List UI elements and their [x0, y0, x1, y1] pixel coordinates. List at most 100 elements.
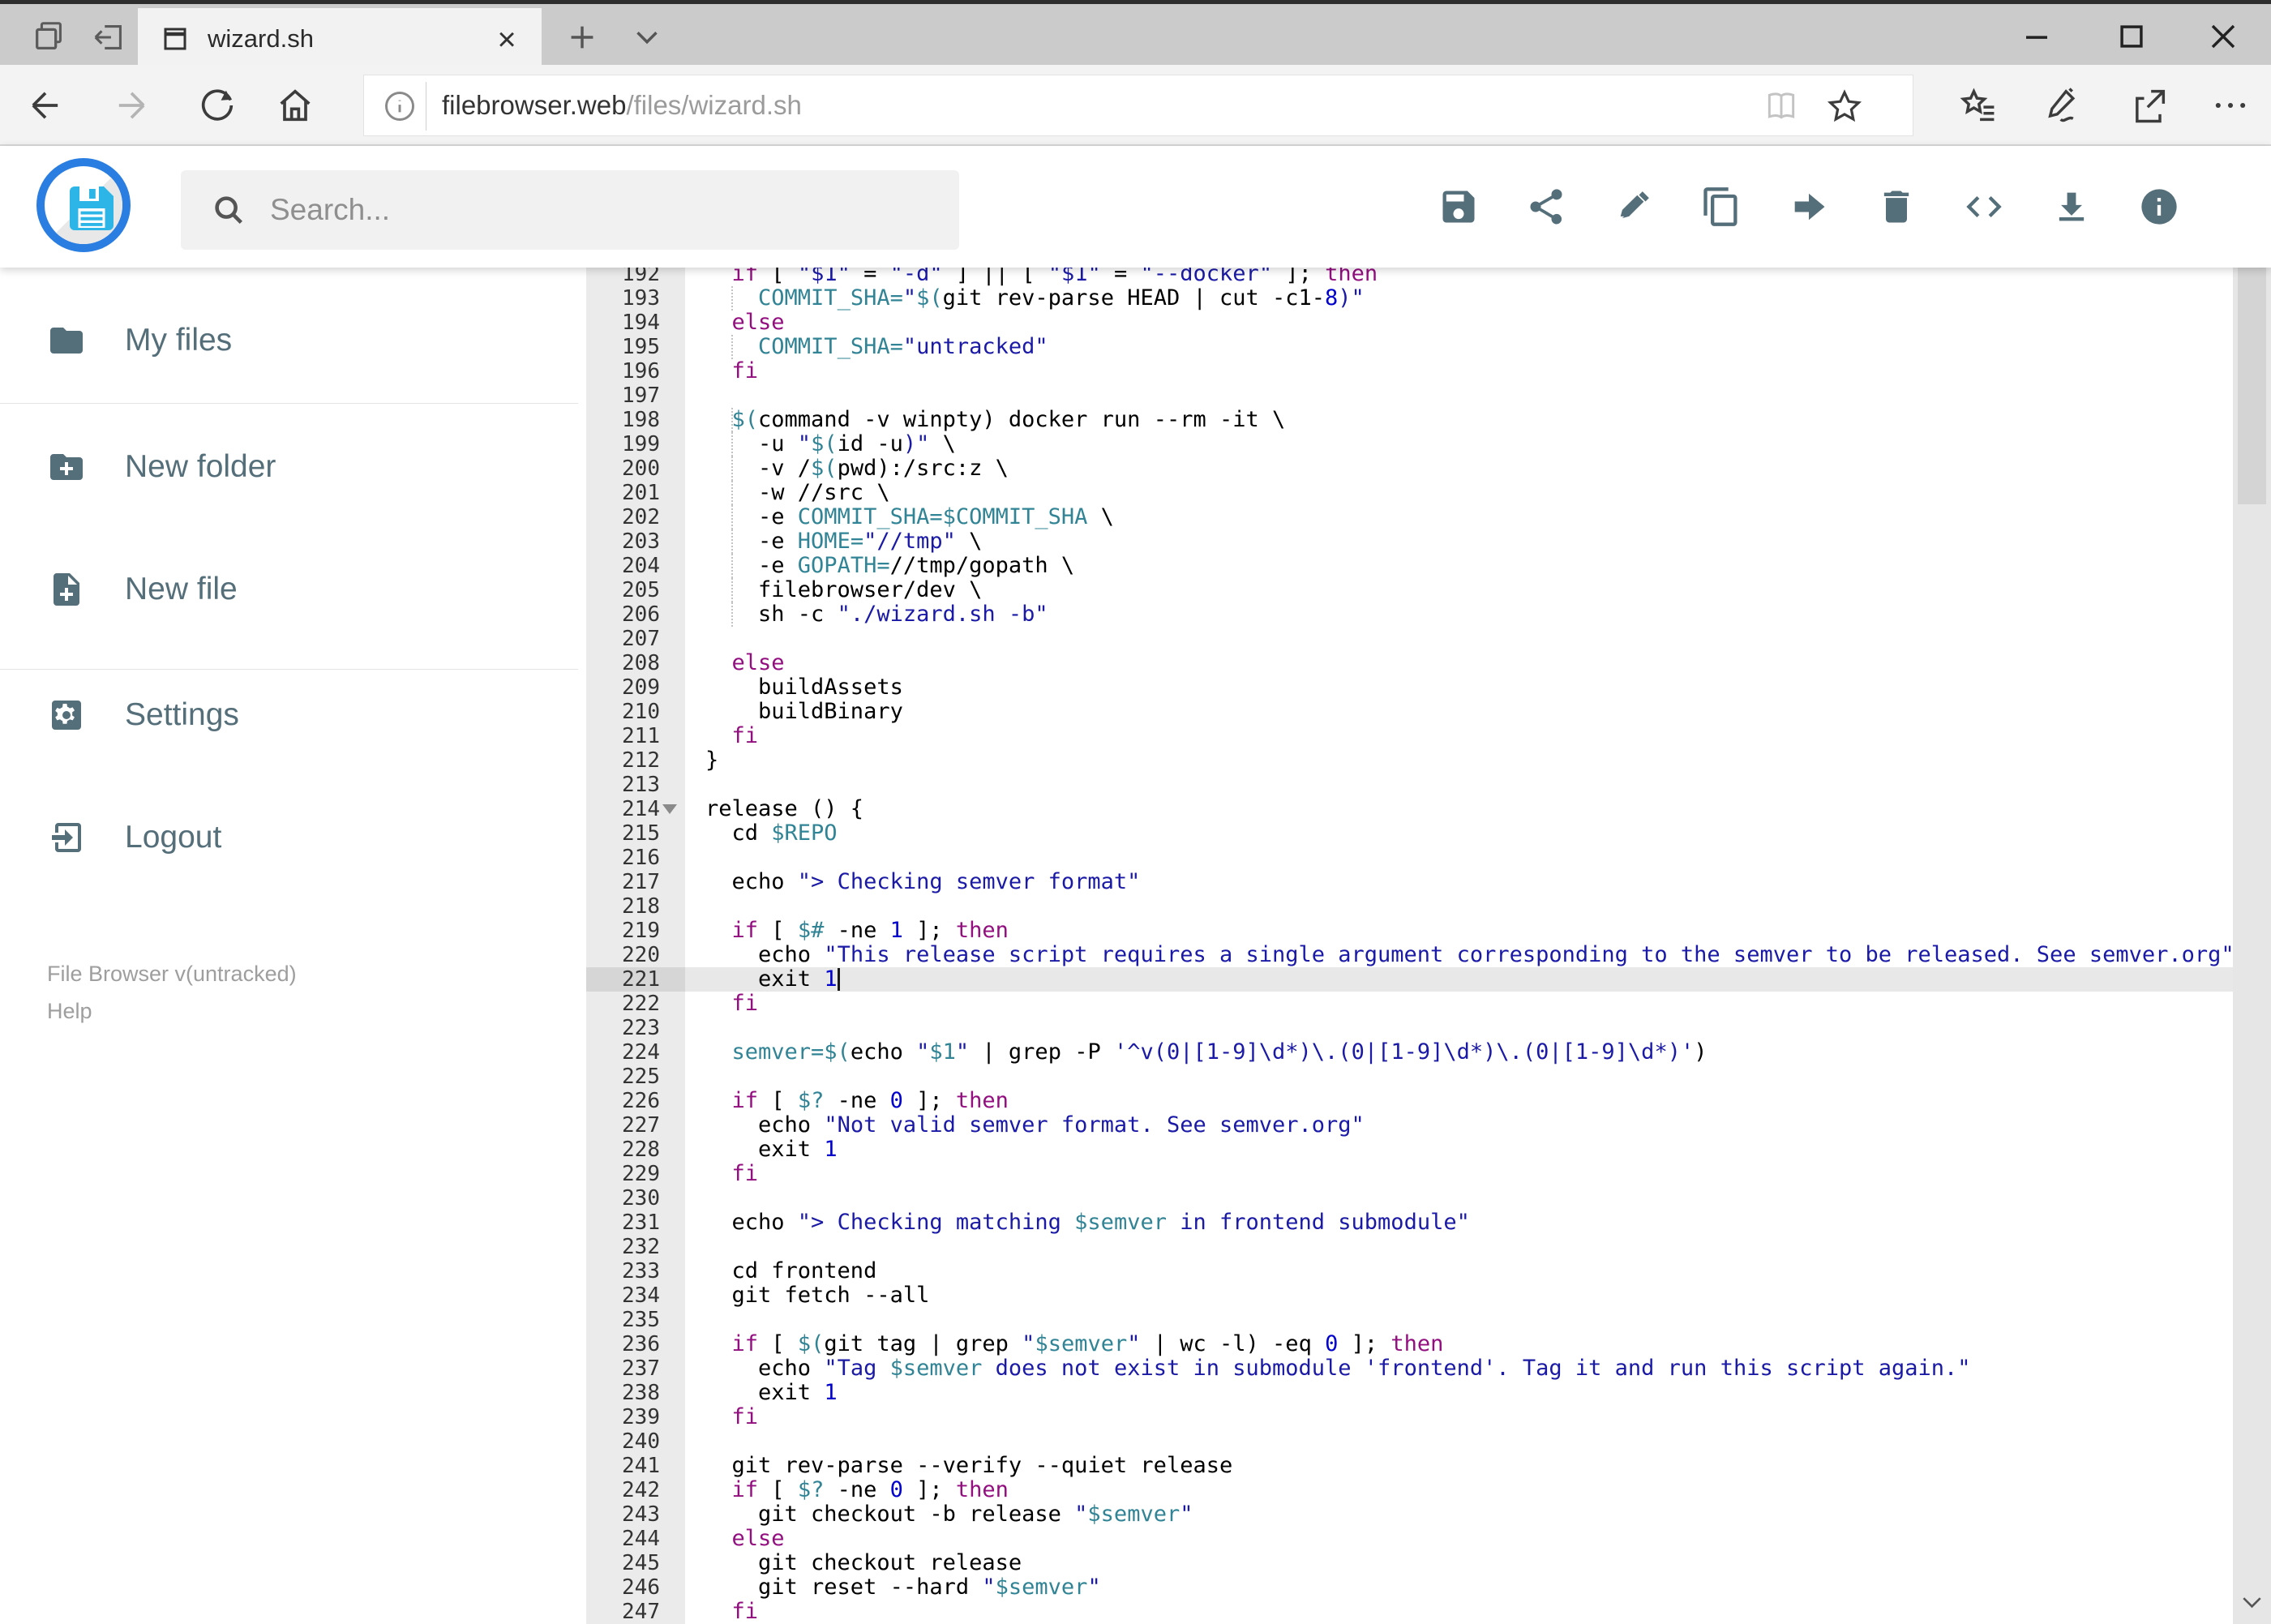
maximize-button[interactable]: [2110, 15, 2153, 58]
switch-editor-button[interactable]: [1963, 186, 2005, 228]
download-button[interactable]: [2050, 186, 2093, 228]
code-line[interactable]: 226 if [ $? -ne 0 ]; then: [578, 1089, 2233, 1113]
code-line[interactable]: 198 $(command -v winpty) docker run --rm…: [578, 408, 2233, 432]
move-button[interactable]: [1788, 186, 1830, 228]
hub-favorites-icon[interactable]: [1958, 84, 2000, 126]
code-line[interactable]: 231 echo "> Checking matching $semver in…: [578, 1211, 2233, 1235]
delete-button[interactable]: [1875, 186, 1917, 228]
code-line[interactable]: 208 else: [578, 651, 2233, 675]
code-line[interactable]: 196 fi: [578, 359, 2233, 384]
code-line[interactable]: 194 else: [578, 311, 2233, 335]
line-number: 233: [586, 1259, 685, 1283]
code-line[interactable]: 241 git rev-parse --verify --quiet relea…: [578, 1454, 2233, 1478]
sidebar-item-my-files[interactable]: My files: [0, 292, 578, 389]
help-link[interactable]: Help: [47, 992, 297, 1030]
code-line[interactable]: 193 COMMIT_SHA="$(git rev-parse HEAD | c…: [578, 286, 2233, 311]
code-line[interactable]: 219 if [ $# -ne 1 ]; then: [578, 919, 2233, 943]
add-favorite-star-icon[interactable]: [1825, 87, 1864, 126]
web-note-pen-icon[interactable]: [2043, 84, 2085, 126]
filebrowser-logo[interactable]: [36, 158, 131, 252]
code-line[interactable]: 218: [578, 894, 2233, 919]
code-line[interactable]: 207: [578, 627, 2233, 651]
code-line[interactable]: 224 semver=$(echo "$1" | grep -P '^v(0|[…: [578, 1040, 2233, 1065]
close-window-button[interactable]: [2202, 15, 2244, 58]
code-line[interactable]: 220 echo "This release script requires a…: [578, 943, 2233, 967]
scroll-down-icon[interactable]: [2238, 1588, 2266, 1616]
code-line[interactable]: 205 filebrowser/dev \: [578, 578, 2233, 602]
save-button[interactable]: [1438, 186, 1480, 228]
reading-view-icon[interactable]: [1763, 88, 1799, 124]
code-line[interactable]: 209 buildAssets: [578, 675, 2233, 700]
code-line[interactable]: 213: [578, 773, 2233, 797]
sidebar-item-new-file[interactable]: New file: [0, 541, 578, 638]
code-line[interactable]: 211 fi: [578, 724, 2233, 748]
browser-tab[interactable]: wizard.sh ×: [138, 8, 542, 69]
set-tabs-aside-icon[interactable]: [91, 19, 128, 56]
code-line[interactable]: 235: [578, 1308, 2233, 1332]
code-editor[interactable]: 192 if [ "$1" = "-d" ] || [ "$1" = "--do…: [578, 268, 2233, 1624]
code-line[interactable]: 237 echo "Tag $semver does not exist in …: [578, 1356, 2233, 1381]
code-line[interactable]: 202 -e COMMIT_SHA=$COMMIT_SHA \: [578, 505, 2233, 529]
code-line[interactable]: 215 cd $REPO: [578, 821, 2233, 846]
code-line[interactable]: 195 COMMIT_SHA="untracked": [578, 335, 2233, 359]
forward-icon[interactable]: [110, 84, 152, 126]
fold-toggle-icon[interactable]: [662, 804, 677, 814]
sidebar-item-settings[interactable]: Settings: [0, 666, 578, 764]
new-tab-icon[interactable]: [563, 19, 601, 56]
share-page-icon[interactable]: [2128, 84, 2170, 126]
edit-button[interactable]: [1613, 186, 1655, 228]
code-line[interactable]: 236 if [ $(git tag | grep "$semver" | wc…: [578, 1332, 2233, 1356]
refresh-icon[interactable]: [196, 84, 238, 126]
url-bar[interactable]: filebrowser.web/files/wizard.sh: [363, 75, 1913, 136]
code-line[interactable]: 232: [578, 1235, 2233, 1259]
code-line[interactable]: 212}: [578, 748, 2233, 773]
site-info-icon[interactable]: [382, 88, 418, 124]
code-line[interactable]: 240: [578, 1429, 2233, 1454]
code-line[interactable]: 222 fi: [578, 992, 2233, 1016]
code-line[interactable]: 217 echo "> Checking semver format": [578, 870, 2233, 894]
code-line[interactable]: 243 git checkout -b release "$semver": [578, 1502, 2233, 1527]
code-line[interactable]: 197: [578, 384, 2233, 408]
code-line[interactable]: 228 exit 1: [578, 1138, 2233, 1162]
code-line[interactable]: 223: [578, 1016, 2233, 1040]
code-line[interactable]: 216: [578, 846, 2233, 870]
code-line[interactable]: 192 if [ "$1" = "-d" ] || [ "$1" = "--do…: [578, 268, 2233, 286]
code-line[interactable]: 246 git reset --hard "$semver": [578, 1575, 2233, 1600]
more-menu-icon[interactable]: [2209, 84, 2252, 126]
code-line[interactable]: 210 buildBinary: [578, 700, 2233, 724]
tab-preview-icon[interactable]: [31, 19, 68, 56]
home-icon[interactable]: [274, 84, 316, 126]
minimize-button[interactable]: [2016, 15, 2058, 58]
tab-close-icon[interactable]: ×: [490, 23, 524, 57]
code-line[interactable]: 201 -w //src \: [578, 481, 2233, 505]
code-line[interactable]: 244 else: [578, 1527, 2233, 1551]
code-line[interactable]: 227 echo "Not valid semver format. See s…: [578, 1113, 2233, 1138]
code-line[interactable]: 204 -e GOPATH=//tmp/gopath \: [578, 554, 2233, 578]
code-line[interactable]: 239 fi: [578, 1405, 2233, 1429]
code-line[interactable]: 206 sh -c "./wizard.sh -b": [578, 602, 2233, 627]
share-button[interactable]: [1525, 186, 1567, 228]
code-line[interactable]: 242 if [ $? -ne 0 ]; then: [578, 1478, 2233, 1502]
page-scrollbar[interactable]: [2233, 146, 2271, 1624]
code-line[interactable]: 233 cd frontend: [578, 1259, 2233, 1283]
sidebar-item-new-folder[interactable]: New folder: [0, 418, 578, 516]
code-line[interactable]: 214 release () {: [578, 797, 2233, 821]
code-line[interactable]: 247 fi: [578, 1600, 2233, 1624]
info-button[interactable]: [2138, 186, 2180, 228]
code-line[interactable]: 200 -v /$(pwd):/src:z \: [578, 456, 2233, 481]
url-text[interactable]: filebrowser.web/files/wizard.sh: [442, 75, 802, 135]
back-icon[interactable]: [24, 84, 66, 126]
code-line[interactable]: 238 exit 1: [578, 1381, 2233, 1405]
code-line[interactable]: 229 fi: [578, 1162, 2233, 1186]
tab-list-chevron-icon[interactable]: [628, 19, 666, 56]
code-line[interactable]: 225: [578, 1065, 2233, 1089]
code-line[interactable]: 230: [578, 1186, 2233, 1211]
code-line[interactable]: 221 exit 1: [578, 967, 2233, 992]
copy-button[interactable]: [1700, 186, 1742, 228]
code-line[interactable]: 234 git fetch --all: [578, 1283, 2233, 1308]
code-line[interactable]: 203 -e HOME="//tmp" \: [578, 529, 2233, 554]
search-box[interactable]: Search...: [181, 170, 959, 250]
code-line[interactable]: 199 -u "$(id -u)" \: [578, 432, 2233, 456]
code-line[interactable]: 245 git checkout release: [578, 1551, 2233, 1575]
sidebar-item-logout[interactable]: Logout: [0, 789, 578, 886]
